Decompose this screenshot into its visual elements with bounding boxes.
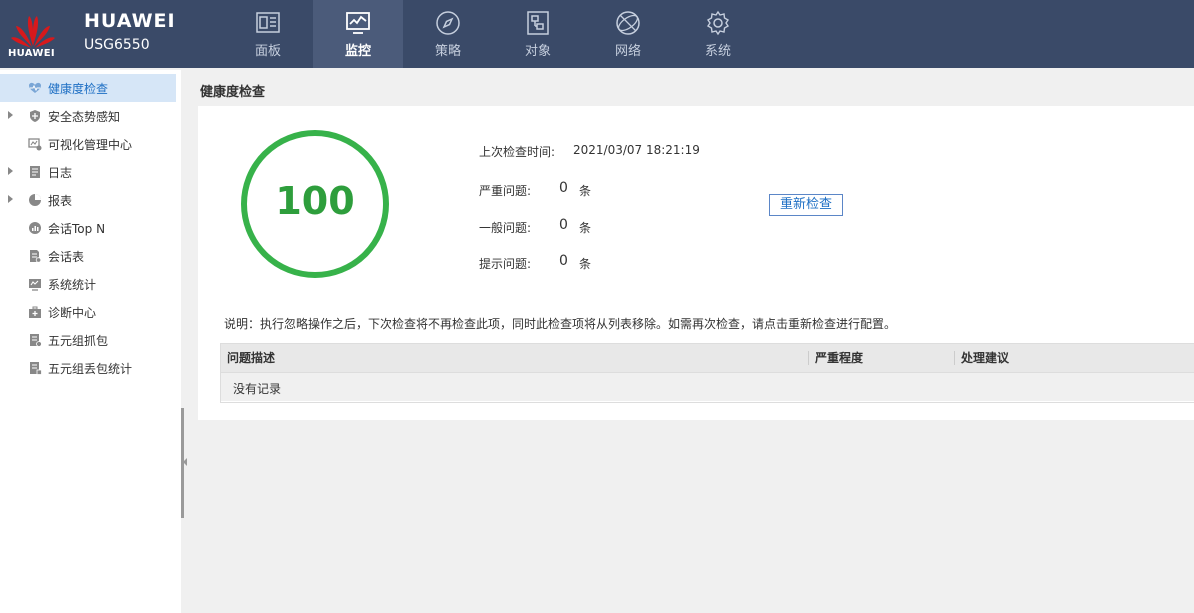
heart-pulse-icon: [29, 82, 41, 93]
nav-item-system[interactable]: 系统: [673, 0, 763, 68]
nav-item-policy[interactable]: 策略: [403, 0, 493, 68]
hint-issues-label: 提示问题:: [479, 257, 532, 271]
sidebar-item-label: 日志: [48, 165, 73, 180]
globe-icon: [616, 10, 640, 35]
gear-icon: [707, 10, 729, 35]
sidebar-item-report[interactable]: 报表: [0, 186, 181, 214]
sidebar-item-visual-manage[interactable]: 可视化管理中心: [0, 130, 181, 158]
dashboard-icon: [256, 11, 280, 33]
nav-item-dashboard[interactable]: 面板: [223, 0, 313, 68]
nav-label: 面板: [254, 43, 281, 59]
nav-label: 策略: [434, 43, 461, 59]
column-header-description[interactable]: 问题描述: [221, 344, 275, 372]
compass-icon: [436, 10, 460, 35]
expand-arrow-icon[interactable]: [8, 111, 13, 119]
ignore-note: 说明：执行忽略操作之后，下次检查将不再检查此项，同时此检查项将从列表移除。如需再…: [224, 317, 897, 331]
general-issues-unit: 条: [579, 221, 592, 235]
top-bar: HUAWEI HUAWEI USG6550 面板 监控 策略 对象 网络 系统: [0, 0, 1194, 68]
nav-label: 监控: [344, 43, 371, 59]
sidebar-item-security-awareness[interactable]: 安全态势感知: [0, 102, 181, 130]
visual-manage-icon: [28, 138, 42, 151]
packet-loss-icon: [30, 362, 42, 375]
hint-issues-count: 0: [559, 253, 568, 269]
object-icon: [527, 10, 549, 35]
sidebar-item-label: 安全态势感知: [48, 109, 121, 124]
sidebar-item-session-table[interactable]: 会话表: [0, 242, 181, 270]
sidebar-item-system-stats[interactable]: 系统统计: [0, 270, 181, 298]
last-check-label: 上次检查时间:: [479, 145, 556, 159]
sidebar-item-label: 诊断中心: [48, 305, 97, 320]
nav-label: 对象: [524, 43, 551, 59]
hint-issues-unit: 条: [579, 257, 592, 271]
sidebar-item-label: 五元组丢包统计: [48, 361, 133, 376]
health-score: 100: [275, 179, 355, 223]
health-check-panel: 100 上次检查时间: 2021/03/07 18:21:19 严重问题: 0 …: [198, 106, 1194, 420]
last-check-value: 2021/03/07 18:21:19: [573, 143, 700, 157]
session-top-icon: [29, 222, 41, 234]
column-header-suggestion[interactable]: 处理建议: [954, 351, 1009, 365]
general-issues-count: 0: [559, 217, 568, 233]
system-stats-icon: [29, 279, 41, 291]
shield-icon: [30, 110, 40, 122]
page-title: 健康度检查: [200, 85, 266, 100]
pie-chart-icon: [29, 194, 41, 206]
brand-name: HUAWEI: [84, 10, 176, 32]
monitor-icon: [346, 11, 370, 34]
sidebar-item-five-tuple-loss[interactable]: 五元组丢包统计: [0, 354, 181, 382]
column-header-severity[interactable]: 严重程度: [808, 351, 863, 365]
nav-item-network[interactable]: 网络: [583, 0, 673, 68]
expand-arrow-icon[interactable]: [8, 195, 13, 203]
nav-item-monitor[interactable]: 监控: [313, 0, 403, 68]
sidebar-item-health-check[interactable]: 健康度检查: [0, 74, 176, 102]
table-header: 问题描述 严重程度 处理建议: [221, 344, 1194, 373]
recheck-button[interactable]: 重新检查: [769, 194, 843, 216]
sidebar-item-label: 报表: [48, 193, 73, 208]
capture-icon: [30, 334, 42, 347]
table-row: 没有记录: [221, 373, 1194, 401]
session-table-icon: [30, 250, 42, 263]
sidebar-item-label: 系统统计: [48, 277, 97, 292]
sidebar-item-log[interactable]: 日志: [0, 158, 181, 186]
severe-issues-unit: 条: [579, 184, 592, 198]
nav-item-object[interactable]: 对象: [493, 0, 583, 68]
severe-issues-label: 严重问题:: [479, 184, 532, 198]
empty-records-text: 没有记录: [233, 382, 282, 396]
device-model: USG6550: [84, 37, 150, 53]
severe-issues-count: 0: [559, 180, 568, 196]
sidebar-item-label: 会话Top N: [48, 221, 106, 236]
diagnosis-icon: [29, 306, 41, 318]
expand-arrow-icon[interactable]: [8, 167, 13, 175]
general-issues-label: 一般问题:: [479, 221, 532, 235]
sidebar-item-five-tuple-capture[interactable]: 五元组抓包: [0, 326, 181, 354]
log-icon: [30, 166, 40, 178]
sidebar: 健康度检查 安全态势感知 可视化管理中心 日志 报表 会话Top N 会话表 系…: [0, 70, 181, 613]
sidebar-item-label: 健康度检查: [48, 81, 109, 96]
sidebar-item-label: 会话表: [48, 249, 85, 264]
issues-table: 问题描述 严重程度 处理建议 没有记录: [220, 343, 1194, 403]
nav-label: 系统: [704, 43, 731, 59]
main-nav: 面板 监控 策略 对象 网络 系统: [223, 0, 763, 68]
sidebar-item-session-top-n[interactable]: 会话Top N: [0, 214, 181, 242]
collapse-arrow-icon[interactable]: [183, 458, 187, 466]
sidebar-item-diagnosis[interactable]: 诊断中心: [0, 298, 181, 326]
logo-text: HUAWEI: [8, 48, 55, 59]
sidebar-item-label: 五元组抓包: [48, 333, 109, 348]
nav-label: 网络: [614, 43, 641, 59]
sidebar-item-label: 可视化管理中心: [48, 137, 133, 152]
